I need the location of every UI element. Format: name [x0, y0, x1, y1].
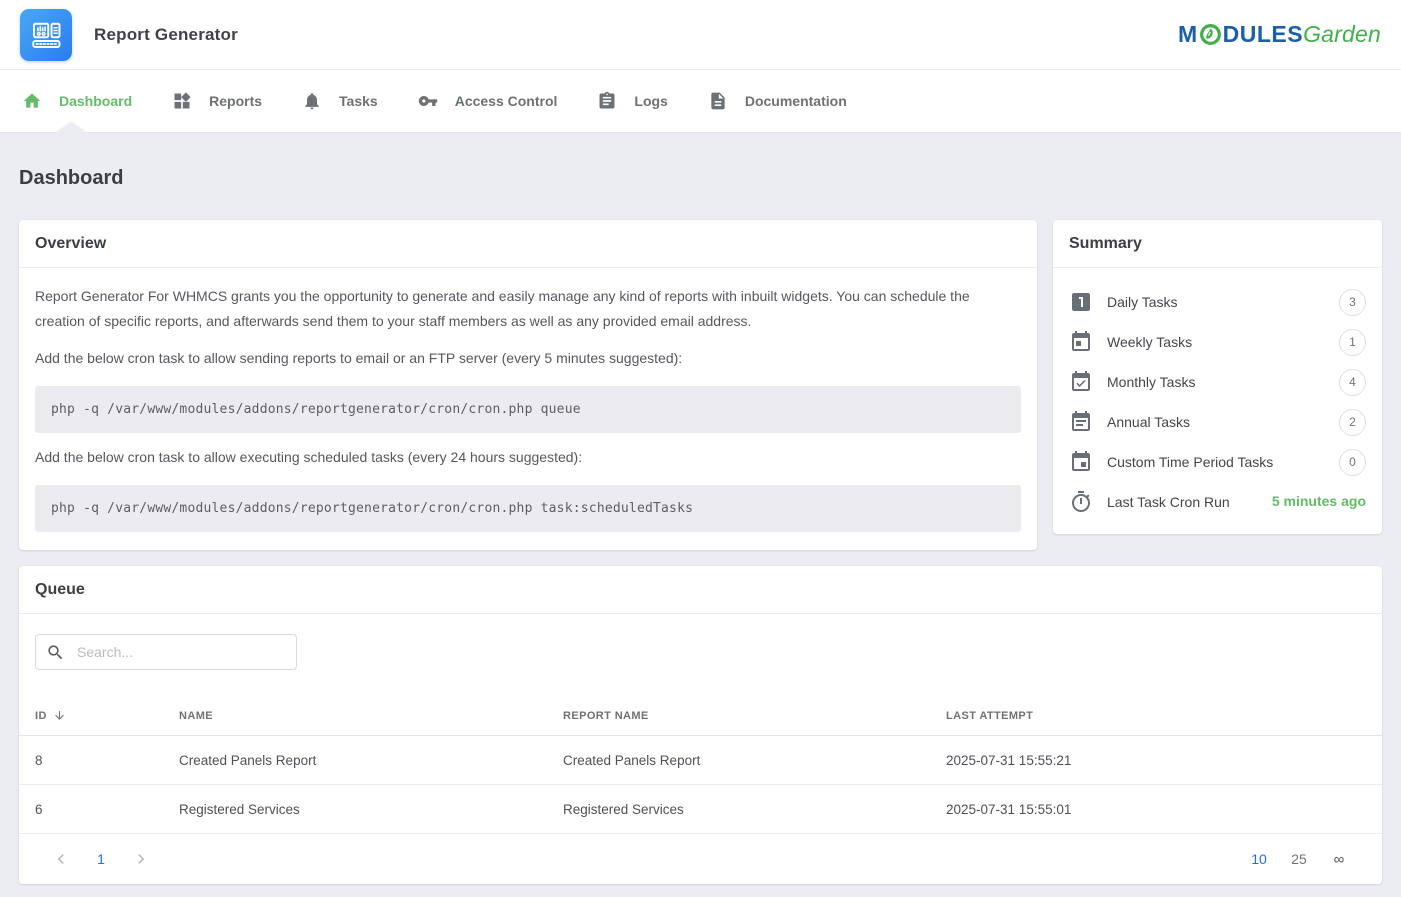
table-row[interactable]: 6 Registered Services Registered Service… — [19, 785, 1382, 834]
count-badge: 2 — [1339, 409, 1366, 436]
column-header-name[interactable]: NAME — [179, 710, 563, 722]
cron-tasks-label: Add the below cron task to allow executi… — [35, 445, 1021, 470]
app-header: Report Generator M DULES Garden — [0, 0, 1401, 70]
bell-icon — [302, 91, 322, 111]
overview-intro-text: Report Generator For WHMCS grants you th… — [35, 284, 1021, 334]
clipboard-icon — [597, 91, 617, 111]
summary-item-daily-tasks: Daily Tasks 3 — [1069, 288, 1366, 316]
count-badge: 0 — [1339, 449, 1366, 476]
count-badge: 3 — [1339, 289, 1366, 316]
search-icon — [46, 643, 65, 662]
cell-id: 6 — [35, 802, 179, 817]
summary-item-last-cron-run: Last Task Cron Run 5 minutes ago — [1069, 488, 1366, 516]
report-generator-app-icon — [20, 9, 72, 61]
looks-one-icon — [1069, 290, 1093, 314]
timer-icon — [1069, 490, 1093, 514]
summary-label: Custom Time Period Tasks — [1107, 454, 1273, 470]
overview-card: Overview Report Generator For WHMCS gran… — [19, 220, 1037, 550]
home-icon — [22, 91, 42, 111]
main-nav: Dashboard Reports Tasks Access Control L… — [0, 70, 1401, 133]
nav-label: Dashboard — [59, 93, 132, 109]
cron-queue-command: php -q /var/www/modules/addons/reportgen… — [35, 386, 1021, 433]
nav-label: Documentation — [745, 93, 847, 109]
nav-label: Logs — [634, 93, 667, 109]
page-size-25[interactable]: 25 — [1286, 851, 1312, 867]
page-number-current[interactable]: 1 — [87, 851, 115, 867]
nav-item-documentation[interactable]: Documentation — [688, 70, 867, 132]
search-input[interactable] — [77, 644, 286, 660]
summary-label: Annual Tasks — [1107, 414, 1190, 430]
active-tab-notch — [56, 123, 86, 133]
summary-label: Monthly Tasks — [1107, 374, 1195, 390]
chevron-left-icon — [51, 849, 71, 869]
modulesgarden-logo: M DULES Garden — [1178, 23, 1381, 46]
next-page-button[interactable] — [127, 845, 155, 873]
nav-item-reports[interactable]: Reports — [152, 70, 282, 132]
summary-label: Weekly Tasks — [1107, 334, 1192, 350]
key-icon — [418, 91, 438, 111]
cell-last-attempt: 2025-07-31 15:55:21 — [946, 753, 1366, 768]
nav-item-tasks[interactable]: Tasks — [282, 70, 398, 132]
page-title: Dashboard — [19, 133, 1382, 220]
queue-card: Queue ID NAME REPORT NAME LAST ATTEMPT — [19, 566, 1382, 884]
summary-item-annual-tasks: Annual Tasks 2 — [1069, 408, 1366, 436]
page-app-title: Report Generator — [94, 25, 238, 45]
count-badge: 1 — [1339, 329, 1366, 356]
brand-text-dules: DULES — [1223, 23, 1303, 46]
summary-item-monthly-tasks: Monthly Tasks 4 — [1069, 368, 1366, 396]
brand-text-m: M — [1178, 23, 1198, 46]
table-row[interactable]: 8 Created Panels Report Created Panels R… — [19, 736, 1382, 785]
cron-tasks-command: php -q /var/www/modules/addons/reportgen… — [35, 485, 1021, 532]
brand-text-garden: Garden — [1303, 23, 1381, 46]
summary-label: Daily Tasks — [1107, 294, 1178, 310]
count-badge: 4 — [1339, 369, 1366, 396]
summary-title: Summary — [1053, 220, 1382, 268]
pagination-bar: 1 10 25 ∞ — [19, 834, 1382, 884]
nav-label: Tasks — [339, 93, 378, 109]
chevron-right-icon — [131, 849, 151, 869]
calendar-note-icon — [1069, 410, 1093, 434]
nav-item-access-control[interactable]: Access Control — [398, 70, 578, 132]
cell-report-name: Created Panels Report — [563, 753, 946, 768]
cell-report-name: Registered Services — [563, 802, 946, 817]
calendar-square-left-icon — [1069, 330, 1093, 354]
summary-item-weekly-tasks: Weekly Tasks 1 — [1069, 328, 1366, 356]
previous-page-button[interactable] — [47, 845, 75, 873]
queue-search-box — [35, 634, 297, 670]
table-header-row: ID NAME REPORT NAME LAST ATTEMPT — [19, 696, 1382, 736]
cell-name: Created Panels Report — [179, 753, 563, 768]
last-cron-run-value: 5 minutes ago — [1272, 493, 1366, 509]
queue-title: Queue — [19, 566, 1382, 614]
sort-descending-icon[interactable] — [53, 709, 66, 722]
column-header-report-name[interactable]: REPORT NAME — [563, 710, 946, 722]
content-area: Dashboard Overview Report Generator For … — [0, 133, 1401, 884]
cell-name: Registered Services — [179, 802, 563, 817]
summary-label: Last Task Cron Run — [1107, 494, 1230, 510]
calendar-range-icon — [1069, 450, 1093, 474]
page-size-unlimited[interactable]: ∞ — [1326, 851, 1352, 868]
summary-card: Summary Daily Tasks 3 Weekly Tasks 1 — [1053, 220, 1382, 534]
cell-last-attempt: 2025-07-31 15:55:01 — [946, 802, 1366, 817]
globe-icon — [1199, 23, 1222, 46]
column-header-id[interactable]: ID — [35, 709, 179, 722]
summary-item-custom-period-tasks: Custom Time Period Tasks 0 — [1069, 448, 1366, 476]
nav-label: Access Control — [455, 93, 558, 109]
queue-table: ID NAME REPORT NAME LAST ATTEMPT 8 Creat… — [19, 696, 1382, 834]
nav-label: Reports — [209, 93, 262, 109]
calendar-check-icon — [1069, 370, 1093, 394]
document-icon — [708, 91, 728, 111]
cell-id: 8 — [35, 753, 179, 768]
widgets-icon — [172, 91, 192, 111]
column-header-last-attempt[interactable]: LAST ATTEMPT — [946, 710, 1366, 722]
nav-item-logs[interactable]: Logs — [577, 70, 687, 132]
cron-queue-label: Add the below cron task to allow sending… — [35, 346, 1021, 371]
overview-title: Overview — [19, 220, 1037, 268]
page-size-10[interactable]: 10 — [1246, 851, 1272, 867]
